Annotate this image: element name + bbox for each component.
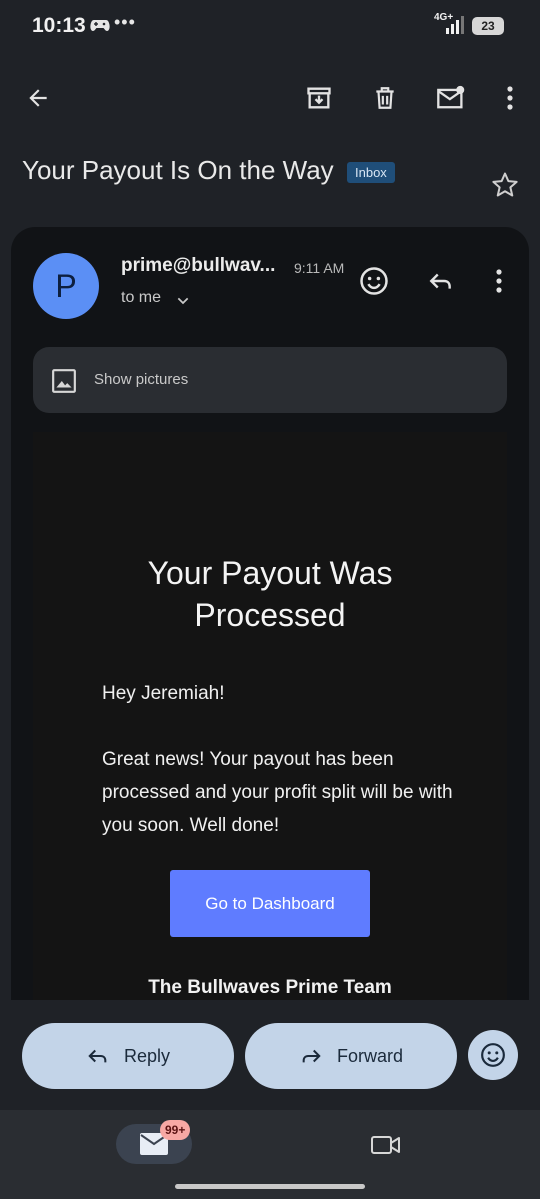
reply-button[interactable]: Reply bbox=[22, 1023, 234, 1089]
video-camera-icon bbox=[371, 1136, 400, 1154]
email-greeting: Hey Jeremiah! bbox=[102, 683, 225, 704]
battery-indicator: 23 bbox=[472, 17, 504, 35]
status-time: 10:13 bbox=[32, 14, 86, 37]
reply-actions-bar: Reply Forward bbox=[0, 1000, 540, 1110]
show-pictures-label: Show pictures bbox=[94, 371, 189, 388]
sender-avatar[interactable]: P bbox=[33, 253, 99, 319]
reply-icon[interactable] bbox=[419, 259, 463, 303]
emoji-react-button[interactable] bbox=[468, 1030, 518, 1080]
emoji-reaction-icon[interactable] bbox=[352, 259, 396, 303]
top-app-bar bbox=[0, 70, 540, 128]
sent-time: 9:11 AM bbox=[294, 260, 345, 276]
signal-icon bbox=[446, 16, 464, 34]
recipient-line[interactable]: to me bbox=[121, 289, 161, 307]
sender-address[interactable]: prime@bullwav... bbox=[121, 255, 275, 277]
gesture-handle[interactable] bbox=[175, 1184, 365, 1189]
show-pictures-button[interactable]: Show pictures bbox=[33, 347, 507, 413]
email-body: Your Payout Was Processed Hey Jeremiah! … bbox=[33, 432, 507, 1007]
more-notifications-icon: ••• bbox=[114, 12, 136, 32]
back-arrow-icon[interactable] bbox=[16, 76, 60, 120]
reply-arrow-icon bbox=[88, 1049, 107, 1063]
forward-arrow-icon bbox=[302, 1049, 321, 1063]
chevron-down-icon[interactable] bbox=[175, 293, 191, 314]
star-icon[interactable] bbox=[490, 170, 520, 205]
forward-button[interactable]: Forward bbox=[245, 1023, 457, 1089]
image-icon bbox=[52, 369, 76, 393]
game-controller-icon bbox=[90, 20, 110, 31]
forward-label: Forward bbox=[336, 1045, 403, 1066]
mark-unread-icon[interactable] bbox=[429, 76, 473, 120]
email-heading-line2: Processed bbox=[194, 597, 346, 633]
inbox-label-chip[interactable]: Inbox bbox=[347, 162, 395, 183]
email-heading-line1: Your Payout Was bbox=[147, 555, 393, 591]
delete-icon[interactable] bbox=[363, 76, 407, 120]
message-card: P prime@bullwav... 9:11 AM to me Show pi… bbox=[11, 227, 529, 1007]
status-bar: 10:13 ••• 4G+ 23 bbox=[0, 0, 540, 56]
reply-label: Reply bbox=[123, 1045, 171, 1066]
unread-count-badge: 99+ bbox=[160, 1120, 191, 1140]
email-signoff: The Bullwaves Prime Team bbox=[148, 977, 392, 998]
smile-icon bbox=[481, 1043, 505, 1067]
more-options-icon[interactable] bbox=[488, 76, 532, 120]
email-heading: Your Payout Was Processed bbox=[33, 552, 507, 636]
message-more-icon[interactable] bbox=[477, 259, 521, 303]
nav-meet-tab[interactable] bbox=[364, 1128, 408, 1162]
archive-icon[interactable] bbox=[297, 76, 341, 120]
email-paragraph: Great news! Your payout has been process… bbox=[102, 749, 453, 836]
go-to-dashboard-button[interactable]: Go to Dashboard bbox=[170, 870, 370, 937]
email-subject: Your Payout Is On the Way bbox=[22, 155, 334, 185]
